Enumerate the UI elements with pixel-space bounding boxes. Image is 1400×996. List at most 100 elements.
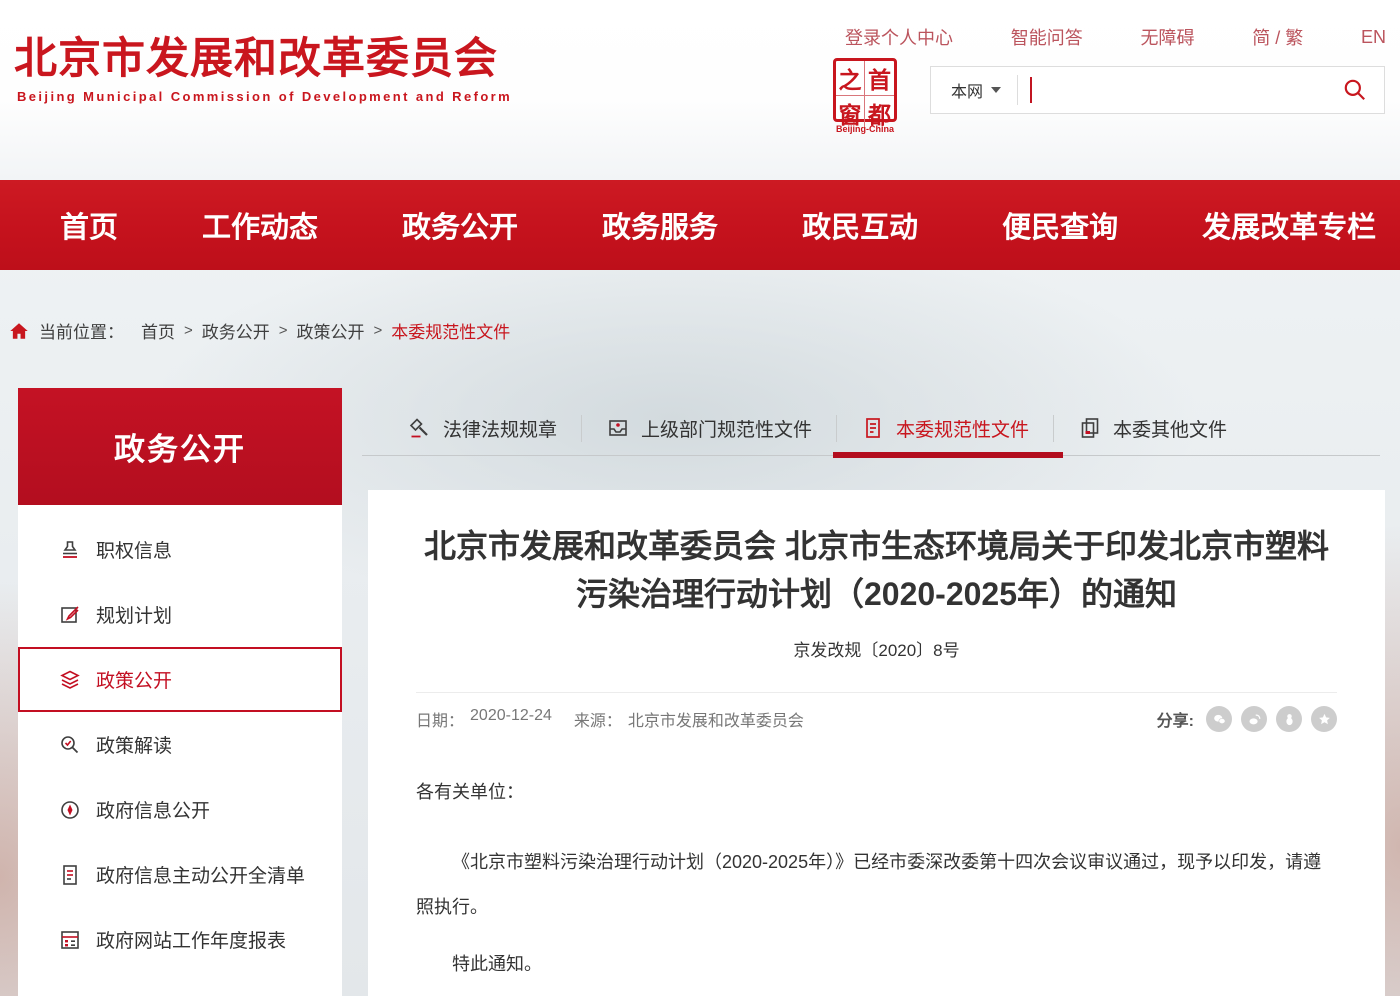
gavel-icon [408, 416, 432, 440]
breadcrumb-gov-disclosure[interactable]: 政务公开 [202, 318, 270, 343]
sidebar-item-policy-interpretation[interactable]: 政策解读 [18, 712, 342, 777]
quick-link-english[interactable]: EN [1361, 27, 1386, 48]
sidebar-title: 政务公开 [18, 388, 342, 505]
search-icon[interactable] [1342, 77, 1368, 103]
source-label: 来源： [574, 707, 622, 731]
tab-commission-normative-docs[interactable]: 本委规范性文件 [861, 415, 1029, 442]
sidebar-item-plans[interactable]: 规划计划 [18, 582, 342, 647]
share-weibo-icon[interactable] [1241, 706, 1267, 732]
home-icon [8, 320, 30, 342]
salutation: 各有关单位： [416, 778, 1337, 804]
breadcrumb-separator: > [374, 322, 383, 339]
sidebar-item-label: 政府信息主动公开全清单 [96, 861, 305, 888]
quick-link-simplified-traditional[interactable]: 简 / 繁 [1252, 24, 1303, 50]
nav-item-public-interaction[interactable]: 政民互动 [802, 204, 918, 246]
share-wechat-icon[interactable] [1206, 706, 1232, 732]
sidebar-item-website-annual-report[interactable]: 政府网站工作年度报表 [18, 907, 342, 972]
search-divider [1017, 75, 1018, 105]
tab-superior-normative-docs[interactable]: 上级部门规范性文件 [606, 415, 812, 442]
breadcrumb-home[interactable]: 首页 [141, 318, 175, 343]
nav-item-home[interactable]: 首页 [60, 204, 118, 246]
capital-window-seal-logo[interactable]: 之 首 窗 都 Beijing-China [833, 58, 897, 134]
nav-item-reform-column[interactable]: 发展改革专栏 [1202, 204, 1376, 246]
chevron-down-icon [991, 87, 1001, 93]
breadcrumb-separator: > [279, 322, 288, 339]
inbox-icon [606, 416, 630, 440]
quick-link-smart-qa[interactable]: 智能问答 [1011, 24, 1083, 50]
layers-icon [58, 668, 82, 692]
article-title-line2: 污染治理行动计划（2020-2025年）的通知 [416, 570, 1337, 618]
document-list-icon [58, 863, 82, 887]
breadcrumb-separator: > [184, 322, 193, 339]
date-value: 2020-12-24 [470, 707, 552, 731]
sidebar-item-gov-info-disclosure[interactable]: 政府信息公开 [18, 777, 342, 842]
main-nav: 首页 工作动态 政务公开 政务服务 政民互动 便民查询 发展改革专栏 [0, 180, 1400, 270]
search-scope-label: 本网 [951, 78, 983, 102]
article-meta: 日期： 2020-12-24 来源： 北京市发展和改革委员会 分享: [416, 693, 1337, 732]
seal-char: 之 [836, 61, 865, 96]
nav-item-gov-disclosure[interactable]: 政务公开 [402, 204, 518, 246]
copy-files-icon [1078, 416, 1102, 440]
sidebar-item-decision-catalog[interactable]: 决策目录 [18, 972, 342, 996]
document-number: 京发改规〔2020〕8号 [416, 636, 1337, 661]
site-header: 北京市发展和改革委员会 Beijing Municipal Commission… [0, 0, 1400, 180]
tab-label: 本委其他文件 [1113, 415, 1227, 442]
stamp-icon [58, 538, 82, 562]
tab-label: 法律法规规章 [443, 415, 557, 442]
article-title: 北京市发展和改革委员会 北京市生态环境局关于印发北京市塑料 污染治理行动计划（2… [416, 522, 1337, 618]
article-body: 各有关单位： 《北京市塑料污染治理行动计划（2020-2025年）》已经市委深改… [416, 778, 1337, 996]
sidebar-item-label: 政府网站工作年度报表 [96, 926, 286, 953]
article-card: 北京市发展和改革委员会 北京市生态环境局关于印发北京市塑料 污染治理行动计划（2… [368, 490, 1385, 996]
sidebar-item-policy-disclosure[interactable]: 政策公开 [18, 647, 342, 712]
seal-caption: Beijing-China [833, 124, 897, 134]
share-label: 分享: [1157, 707, 1194, 731]
plan-edit-icon [58, 603, 82, 627]
tab-separator [836, 415, 837, 442]
sidebar-item-authority-info[interactable]: 职权信息 [18, 517, 342, 582]
content-area: 法律法规规章 上级部门规范性文件 本委规范性文件 [368, 400, 1385, 996]
sidebar-item-label: 决策目录 [96, 991, 172, 996]
site-logo-subtitle: Beijing Municipal Commission of Developm… [17, 89, 512, 104]
date-label: 日期： [416, 707, 464, 731]
share-bar: 分享: [1157, 706, 1337, 732]
search-input[interactable] [1032, 67, 1342, 113]
quick-links: 登录个人中心 智能问答 无障碍 简 / 繁 EN [845, 24, 1386, 50]
article-title-line1: 北京市发展和改革委员会 北京市生态环境局关于印发北京市塑料 [416, 522, 1337, 570]
calendar-icon [58, 993, 82, 996]
quick-link-login[interactable]: 登录个人中心 [845, 24, 953, 50]
sidebar-item-label: 政策公开 [96, 666, 172, 693]
seal-char: 首 [865, 61, 894, 96]
seal-grid: 之 首 窗 都 [833, 58, 897, 122]
nav-item-work-updates[interactable]: 工作动态 [202, 204, 318, 246]
breadcrumb-policy-disclosure[interactable]: 政策公开 [297, 318, 365, 343]
body-paragraph: 特此通知。 [416, 942, 1337, 987]
tab-label: 上级部门规范性文件 [641, 415, 812, 442]
search-scope-dropdown[interactable]: 本网 [951, 78, 1001, 102]
source-value: 北京市发展和改革委员会 [628, 707, 804, 731]
article-meta-left: 日期： 2020-12-24 来源： 北京市发展和改革委员会 [416, 707, 804, 731]
breadcrumb-current-page: 本委规范性文件 [391, 318, 510, 343]
document-icon [861, 416, 885, 440]
tab-label: 本委规范性文件 [896, 415, 1029, 442]
compass-icon [58, 798, 82, 822]
sidebar-item-label: 职权信息 [96, 536, 172, 563]
sidebar-item-label: 政府信息公开 [96, 796, 210, 823]
share-qq-icon[interactable] [1276, 706, 1302, 732]
tab-laws-regulations[interactable]: 法律法规规章 [408, 415, 557, 442]
search-bar: 本网 [930, 66, 1385, 114]
share-favorite-icon[interactable] [1311, 706, 1337, 732]
breadcrumb: 当前位置： 首页 > 政务公开 > 政策公开 > 本委规范性文件 [8, 318, 510, 343]
magnifier-check-icon [58, 733, 82, 757]
sidebar: 政务公开 职权信息 规划计划 政策公开 [18, 388, 342, 996]
sidebar-item-label: 规划计划 [96, 601, 172, 628]
body-paragraph: 《北京市塑料污染治理行动计划（2020-2025年）》已经市委深改委第十四次会议… [416, 840, 1337, 930]
document-type-tabs: 法律法规规章 上级部门规范性文件 本委规范性文件 [368, 400, 1385, 456]
nav-item-gov-services[interactable]: 政务服务 [602, 204, 718, 246]
tab-commission-other-docs[interactable]: 本委其他文件 [1078, 415, 1227, 442]
nav-item-convenient-inquiry[interactable]: 便民查询 [1002, 204, 1118, 246]
report-table-icon [58, 928, 82, 952]
sidebar-item-proactive-disclosure-list[interactable]: 政府信息主动公开全清单 [18, 842, 342, 907]
quick-link-accessibility[interactable]: 无障碍 [1140, 24, 1194, 50]
sidebar-menu: 职权信息 规划计划 政策公开 政策解读 [18, 505, 342, 996]
site-logo-title[interactable]: 北京市发展和改革委员会 [14, 24, 498, 86]
